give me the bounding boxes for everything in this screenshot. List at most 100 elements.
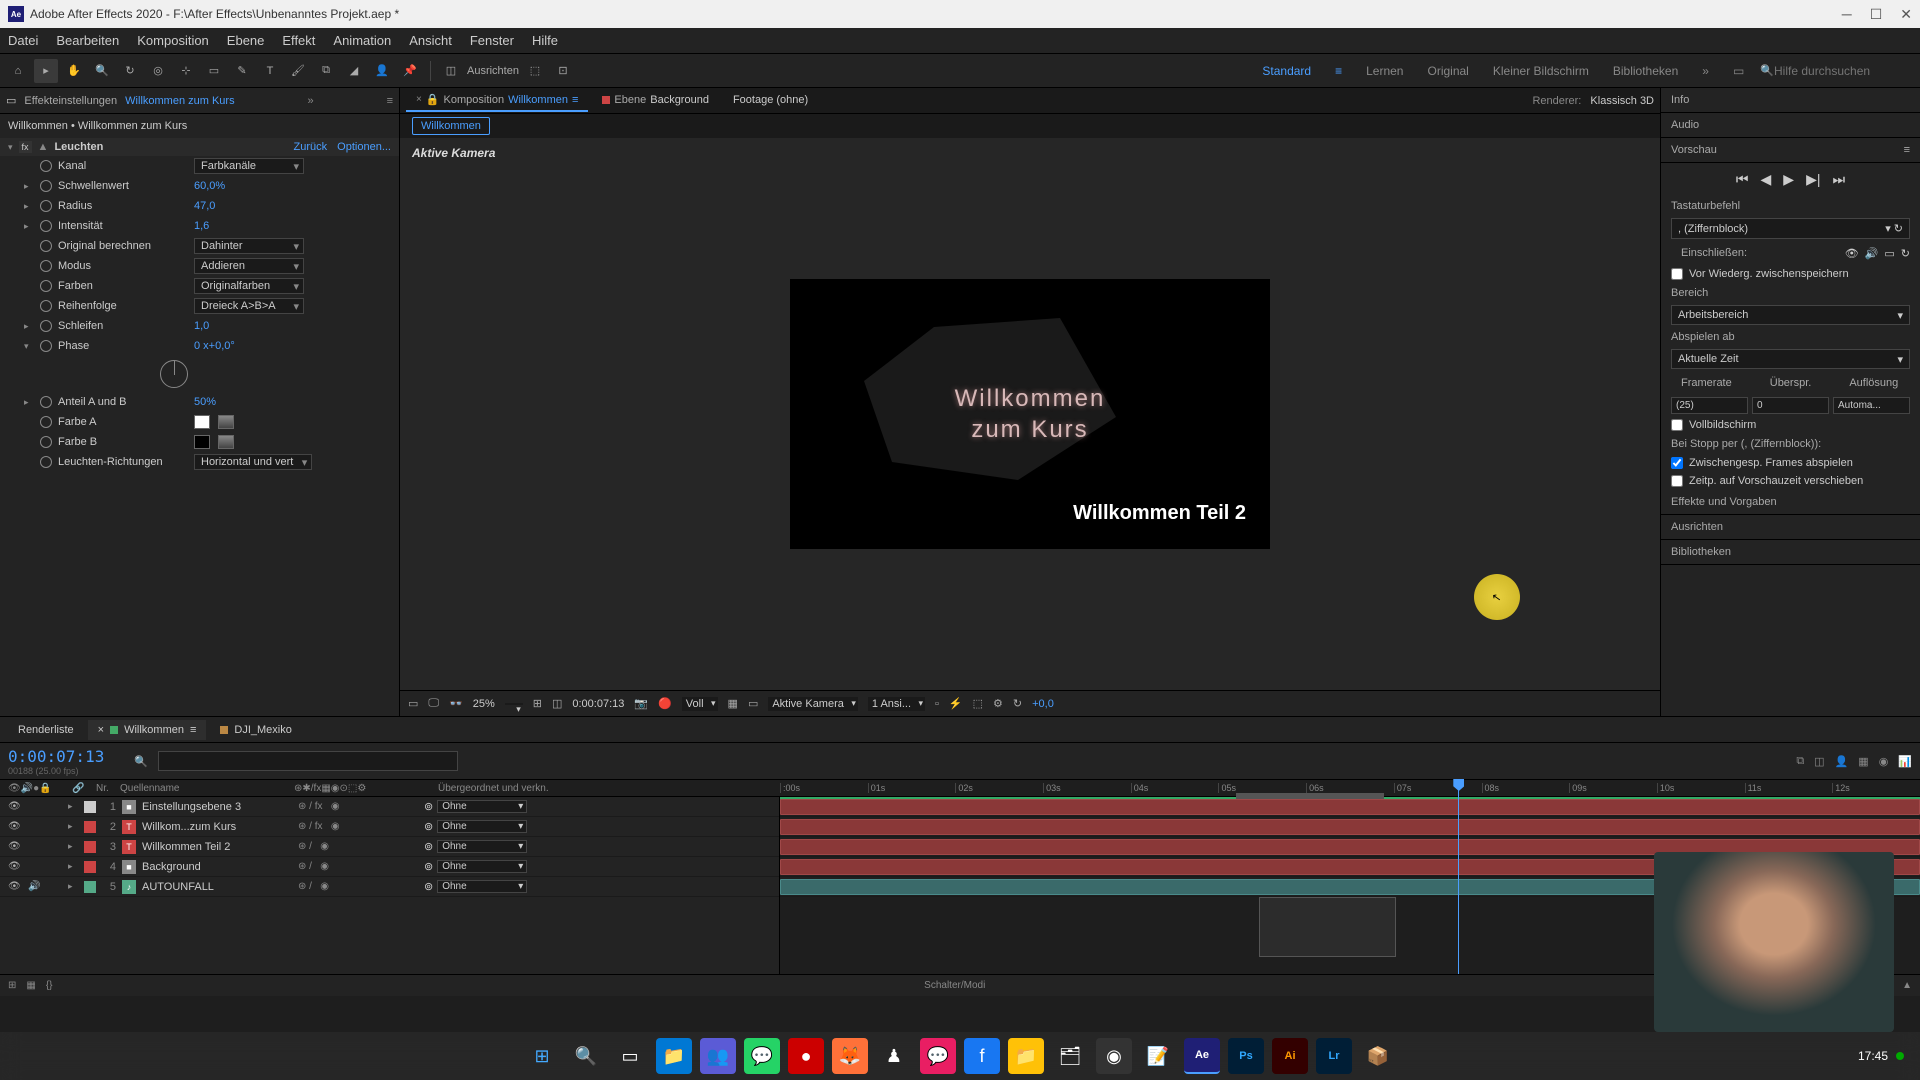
app-icon-4[interactable]: 📦 — [1360, 1038, 1396, 1074]
stopwatch-icon[interactable] — [40, 416, 52, 428]
camera-dropdown[interactable]: Aktive Kamera — [768, 697, 858, 711]
layer-row[interactable]: 👁 ▸ 1 ■ Einstellungsebene 3 ⊛ / fx ◉ ⊚Oh… — [0, 797, 779, 817]
close-button[interactable]: ✕ — [1900, 6, 1912, 23]
parent-dropdown[interactable]: Ohne — [437, 840, 527, 853]
stopwatch-icon[interactable] — [40, 220, 52, 232]
lock-icon[interactable]: 🔒 — [426, 93, 440, 106]
menu-animation[interactable]: Animation — [333, 33, 391, 48]
workspace-overflow-icon[interactable]: » — [1702, 64, 1709, 78]
layer-row[interactable]: 👁 ▸ 2 T Willkom...zum Kurs ⊛ / fx ◉ ⊚Ohn… — [0, 817, 779, 837]
menu-ebene[interactable]: Ebene — [227, 33, 265, 48]
kanal-dropdown[interactable]: Farbkanäle — [194, 158, 304, 174]
toggle-modes-icon[interactable]: ▦ — [26, 980, 35, 991]
folder-icon[interactable]: 📁 — [1008, 1038, 1044, 1074]
visibility-icon[interactable]: 👁 — [8, 861, 22, 872]
color-tag[interactable] — [84, 861, 96, 873]
last-frame-button[interactable]: ⏭ — [1832, 171, 1845, 188]
effect-controls-tab[interactable]: Effekteinstellungen — [24, 95, 117, 107]
transparency-icon[interactable]: ▦ — [728, 697, 738, 710]
stopwatch-icon[interactable] — [40, 280, 52, 292]
visibility-icon[interactable]: 👁 — [8, 841, 22, 852]
stopwatch-icon[interactable] — [40, 340, 52, 352]
color-tag[interactable] — [84, 801, 96, 813]
snapshot-icon[interactable]: 📷 — [634, 697, 648, 710]
playhead[interactable] — [1458, 779, 1459, 974]
brush-tool[interactable]: 🖌 — [286, 59, 310, 83]
info-panel-tab[interactable]: Info — [1661, 88, 1920, 113]
hand-tool[interactable]: ✋ — [62, 59, 86, 83]
stopwatch-icon[interactable] — [40, 260, 52, 272]
render-queue-tab[interactable]: Renderliste — [8, 720, 84, 740]
app-icon-3[interactable]: 🗂 — [1052, 1038, 1088, 1074]
overlay-include-icon[interactable]: ▭ — [1884, 247, 1894, 260]
menu-komposition[interactable]: Komposition — [137, 33, 209, 48]
panel-menu-icon[interactable]: ≡ — [387, 95, 393, 107]
pixel-icon[interactable]: ▫ — [935, 698, 939, 710]
parent-dropdown[interactable]: Ohne — [437, 820, 527, 833]
magnify-icon[interactable]: ▭ — [408, 697, 418, 710]
menu-effekt[interactable]: Effekt — [282, 33, 315, 48]
project-tab-icon[interactable]: ▭ — [6, 94, 16, 107]
intensitaet-value[interactable]: 1,6 — [194, 220, 209, 232]
views-dropdown[interactable]: 1 Ansi... — [868, 697, 925, 711]
composition-canvas[interactable]: Willkommen zum Kurs Willkommen Teil 2 — [790, 279, 1270, 549]
expand-icon[interactable]: ▸ — [68, 861, 78, 872]
reihenfolge-dropdown[interactable]: Dreieck A>B>A — [194, 298, 304, 314]
pen-tool[interactable]: ✎ — [230, 59, 254, 83]
menu-ansicht[interactable]: Ansicht — [409, 33, 452, 48]
move-time-checkbox[interactable] — [1671, 475, 1683, 487]
exposure-value[interactable]: +0,0 — [1032, 698, 1054, 710]
expand-icon[interactable]: ▸ — [68, 801, 78, 812]
footage-tab[interactable]: Footage (ohne) — [723, 90, 818, 112]
audio-icon[interactable]: 🔊 — [28, 881, 42, 892]
panel-menu-icon[interactable]: ≡ — [1904, 144, 1910, 156]
mask-icon[interactable]: ◫ — [552, 697, 562, 710]
farbeA-swatch[interactable] — [194, 415, 210, 429]
timeline-search-icon[interactable]: 🔍 — [134, 755, 148, 768]
pickwhip-icon[interactable]: ⊚ — [424, 840, 433, 853]
toggle-switches-icon[interactable]: ⊞ — [8, 980, 16, 991]
motionblur-icon[interactable]: ◉ — [1879, 755, 1889, 768]
maximize-button[interactable]: ☐ — [1870, 6, 1883, 23]
color-tag[interactable] — [84, 821, 96, 833]
stopwatch-icon[interactable] — [40, 200, 52, 212]
parent-dropdown[interactable]: Ohne — [437, 860, 527, 873]
fx-badge[interactable]: fx — [19, 141, 32, 153]
camera-tool[interactable]: ◎ — [146, 59, 170, 83]
3d-icon[interactable]: ⬚ — [973, 697, 983, 710]
layer-row[interactable]: 👁 ▸ 4 ■ Background ⊛ / ◉ ⊚Ohne — [0, 857, 779, 877]
work-area-bar[interactable] — [1236, 793, 1384, 799]
toggle-inout-icon[interactable]: {} — [46, 980, 53, 991]
panel-overflow-icon[interactable]: » — [308, 95, 314, 107]
eyedropper-icon[interactable] — [218, 435, 234, 449]
preview-panel-tab[interactable]: Vorschau≡ — [1661, 138, 1920, 163]
switch-mode-label[interactable]: Schalter/Modi — [924, 980, 985, 991]
zoom-tool[interactable]: 🔍 — [90, 59, 114, 83]
snap-bounds-icon[interactable]: ⊡ — [551, 59, 575, 83]
layer-row[interactable]: 👁 ▸ 3 T Willkommen Teil 2 ⊛ / ◉ ⊚Ohne — [0, 837, 779, 857]
color-tag[interactable] — [84, 881, 96, 893]
shy-icon[interactable]: 👤 — [1835, 755, 1849, 768]
audio-panel-tab[interactable]: Audio — [1661, 113, 1920, 138]
workspace-panel-icon[interactable]: ▭ — [1733, 64, 1744, 78]
play-button[interactable]: ▶ — [1783, 171, 1794, 188]
time-ruler[interactable]: :00s 01s 02s 03s 04s 05s 06s 07s 08s 09s… — [780, 783, 1920, 793]
pipeline-icon[interactable]: ⚙ — [993, 697, 1003, 710]
parent-dropdown[interactable]: Ohne — [437, 880, 527, 893]
whatsapp-icon[interactable]: 💬 — [744, 1038, 780, 1074]
eraser-tool[interactable]: ◢ — [342, 59, 366, 83]
resolution-input[interactable]: Automa... — [1833, 397, 1910, 414]
selection-tool[interactable]: ▸ — [34, 59, 58, 83]
expand-icon[interactable]: ▸ — [68, 821, 78, 832]
draft3d-icon[interactable]: ◫ — [1814, 755, 1824, 768]
eyedropper-icon[interactable] — [218, 415, 234, 429]
workspace-standard[interactable]: Standard — [1262, 64, 1311, 78]
effect-reset[interactable]: Zurück — [294, 141, 328, 153]
zoom-in-icon[interactable]: ▲ — [1902, 980, 1912, 991]
expand-icon[interactable]: ▸ — [68, 841, 78, 852]
comp-crumb[interactable]: Willkommen — [412, 117, 490, 135]
shape-tool[interactable]: ▭ — [202, 59, 226, 83]
skip-input[interactable]: 0 — [1752, 397, 1829, 414]
taskbar-search-icon[interactable]: 🔍 — [568, 1038, 604, 1074]
timeline-tab-dji[interactable]: DJI_Mexiko — [210, 720, 301, 740]
